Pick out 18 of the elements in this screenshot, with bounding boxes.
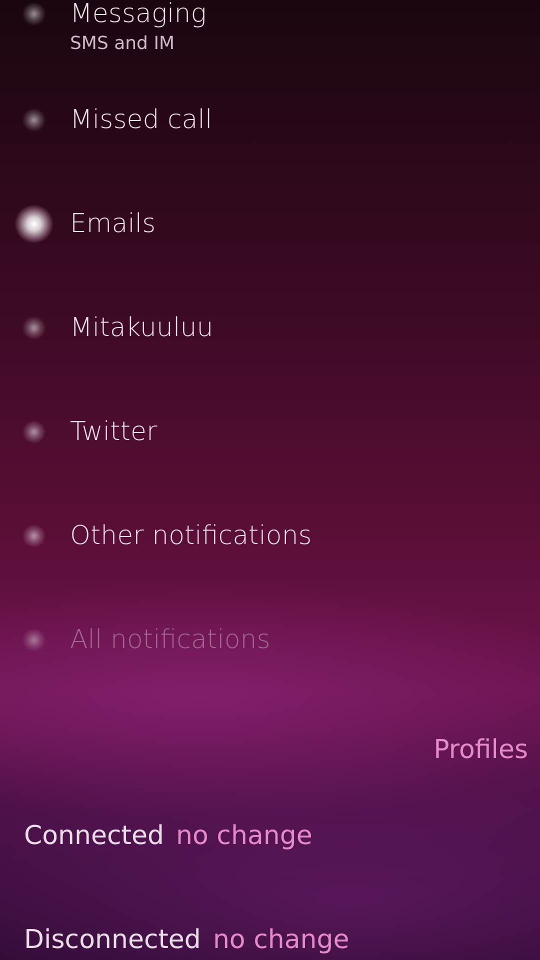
profile-value[interactable]: no change	[212, 925, 350, 955]
profile-label[interactable]: Disconnected	[24, 925, 201, 955]
switch-indicator[interactable]	[22, 2, 46, 26]
switch-indicator[interactable]	[22, 420, 46, 444]
profile-value[interactable]: no change	[176, 821, 312, 851]
switch-label[interactable]: Twitter	[70, 414, 158, 450]
profile-label[interactable]: Connected	[24, 821, 164, 851]
switch-label[interactable]: Messaging	[70, 0, 206, 32]
switch-label[interactable]: Mitakuuluu	[70, 310, 214, 346]
switch-label[interactable]: Other notifications	[70, 518, 312, 554]
section-header: Profiles	[432, 734, 529, 767]
switch-indicator[interactable]	[22, 524, 46, 548]
switch-indicator[interactable]	[14, 204, 54, 244]
switch-label[interactable]: Emails	[70, 206, 156, 242]
switch-indicator[interactable]	[22, 108, 46, 132]
switch-label[interactable]: Missed call	[70, 102, 212, 138]
switch-description: SMS and IM	[70, 32, 176, 56]
switch-indicator[interactable]	[22, 316, 46, 340]
